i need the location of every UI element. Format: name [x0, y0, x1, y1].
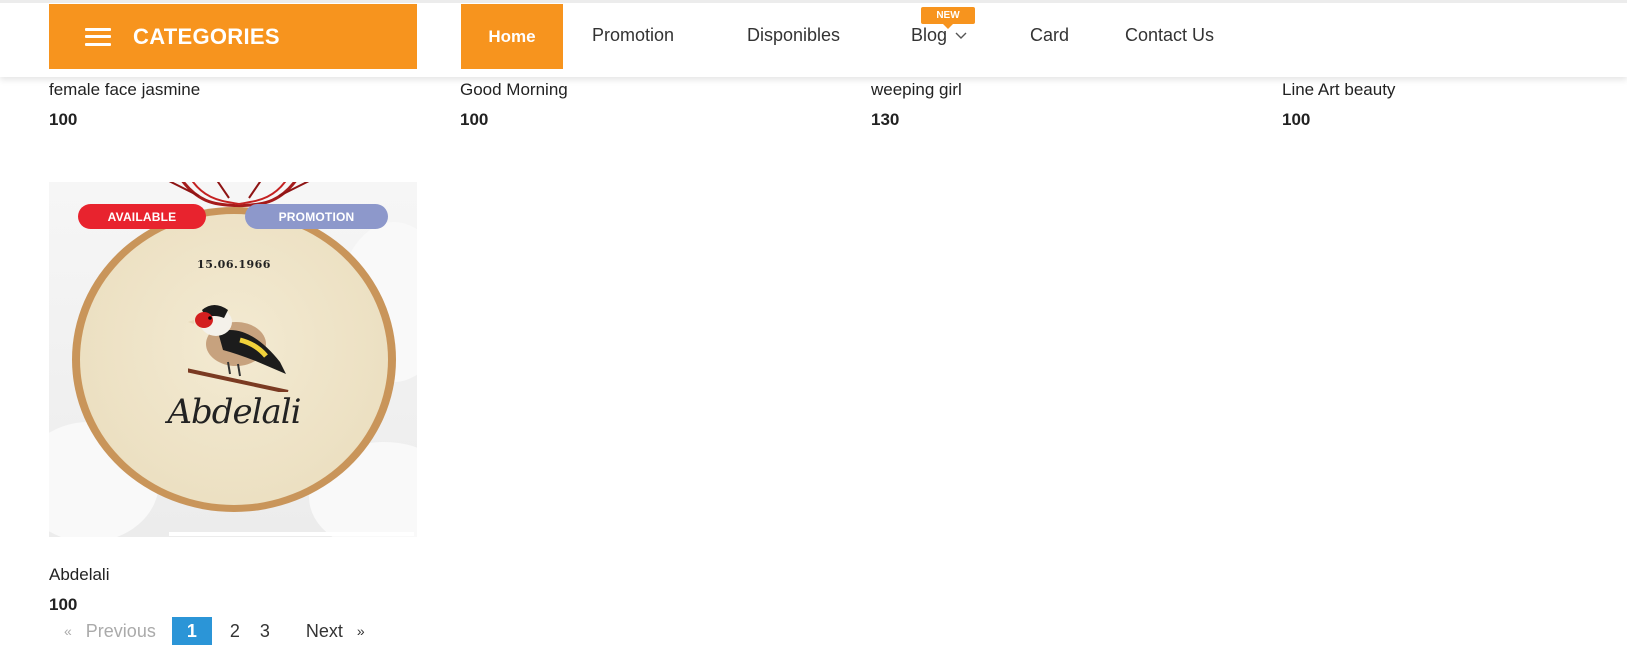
product-name[interactable]: Line Art beauty — [1282, 80, 1395, 100]
embroidery-hoop: 15.06.1966 Abdelali — [72, 207, 396, 512]
hoop-fabric: 15.06.1966 Abdelali — [80, 214, 388, 505]
previous-page-button[interactable]: « Previous — [60, 617, 166, 645]
product-price: 100 — [460, 110, 489, 129]
page-2-button[interactable]: 2 — [220, 617, 250, 645]
product-price: 100 — [49, 110, 78, 129]
product-name[interactable]: Good Morning — [460, 80, 568, 100]
nav-blog[interactable]: Blog — [911, 3, 967, 67]
product-price: 100 — [49, 595, 78, 614]
next-label: Next — [305, 620, 343, 641]
double-chevron-right-icon: » — [356, 623, 365, 639]
product-price: 100 — [1282, 110, 1311, 129]
product-name[interactable]: Abdelali — [49, 565, 110, 585]
nav-home[interactable]: Home — [461, 4, 563, 69]
nav-blog-label: Blog — [911, 24, 948, 45]
nav-promotion[interactable]: Promotion — [592, 3, 674, 67]
product-image[interactable]: 15.06.1966 Abdelali — [49, 182, 417, 537]
product-name[interactable]: female face jasmine — [49, 80, 200, 100]
image-edge-strip — [169, 532, 414, 536]
pagination: « Previous 1 2 3 Next » — [60, 617, 373, 645]
chevron-down-icon — [955, 29, 967, 43]
next-page-button[interactable]: Next » — [280, 617, 373, 645]
site-header: CATEGORIES Home Promotion Disponibles NE… — [0, 0, 1627, 77]
product-name[interactable]: weeping girl — [871, 80, 962, 100]
goldfinch-bird-icon — [188, 305, 289, 392]
categories-menu-button[interactable]: CATEGORIES — [49, 4, 417, 69]
nav-disponibles[interactable]: Disponibles — [747, 3, 840, 67]
promotion-badge: PROMOTION — [245, 204, 388, 229]
nav-contact-us[interactable]: Contact Us — [1125, 3, 1214, 67]
page-3-button[interactable]: 3 — [250, 617, 280, 645]
embroidered-date: 15.06.1966 — [197, 258, 271, 271]
categories-label: CATEGORIES — [133, 23, 280, 49]
embroidered-name: Abdelali — [167, 392, 301, 432]
page-1-button[interactable]: 1 — [171, 617, 212, 645]
previous-label: Previous — [85, 620, 156, 641]
available-badge: AVAILABLE — [78, 204, 206, 229]
double-chevron-left-icon: « — [64, 623, 72, 639]
nav-card[interactable]: Card — [1030, 3, 1069, 67]
hamburger-icon — [85, 27, 111, 46]
product-price: 130 — [871, 110, 900, 129]
